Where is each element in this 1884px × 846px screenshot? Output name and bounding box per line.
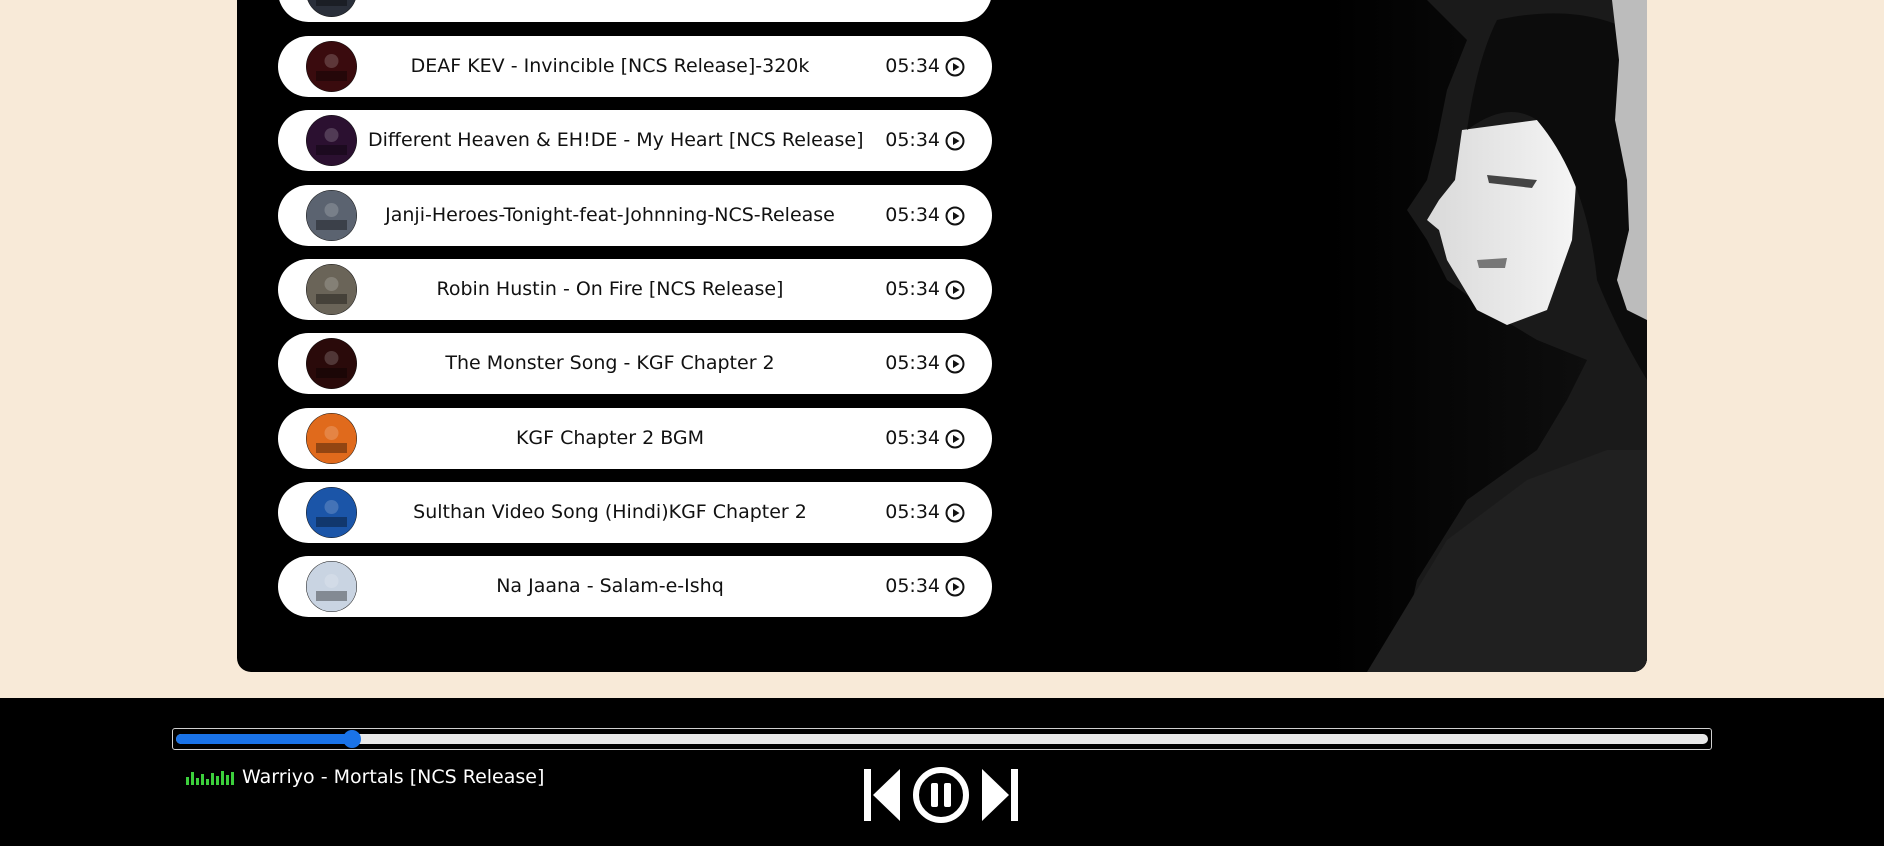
skip-back-icon[interactable]	[862, 766, 902, 824]
play-circle-icon[interactable]	[945, 429, 965, 449]
player-bar: Warriyo - Mortals [NCS Release]	[0, 698, 1884, 846]
song-title: KGF Chapter 2 BGM	[515, 427, 705, 449]
song-title: Different Heaven & EH!DE - My Heart [NCS…	[368, 129, 864, 151]
song-duration: 05:34	[885, 278, 940, 300]
song-cover	[306, 338, 357, 389]
song-cover	[306, 487, 357, 538]
song-title: The Monster Song - KGF Chapter 2	[445, 352, 775, 374]
seek-bar[interactable]	[172, 728, 1712, 750]
song-duration: 05:34	[885, 501, 940, 523]
song-duration: 05:34	[885, 427, 940, 449]
song-title: Na Jaana - Salam-e-Ishq	[496, 575, 724, 597]
song-cover	[306, 264, 357, 315]
song-title: DEAF KEV - Invincible [NCS Release]-320k	[410, 55, 810, 77]
song-item[interactable]: Janji-Heroes-Tonight-feat-Johnning-NCS-R…	[278, 185, 992, 246]
song-title: Robin Hustin - On Fire [NCS Release]	[436, 278, 784, 300]
play-circle-icon[interactable]	[945, 354, 965, 374]
song-item[interactable]: Na Jaana - Salam-e-Ishq 05:34	[278, 556, 992, 617]
song-item[interactable]: Robin Hustin - On Fire [NCS Release] 05:3…	[278, 259, 992, 320]
seek-track	[176, 730, 1708, 748]
playback-controls	[862, 766, 1022, 824]
play-circle-icon[interactable]	[945, 57, 965, 77]
equalizer-icon	[186, 771, 234, 785]
song-title	[368, 0, 852, 22]
play-circle-icon[interactable]	[945, 280, 965, 300]
song-item[interactable]: KGF Chapter 2 BGM 05:34	[278, 408, 992, 469]
song-item[interactable]: Different Heaven & EH!DE - My Heart [NCS…	[278, 110, 992, 171]
song-cover	[306, 41, 357, 92]
song-title: Sulthan Video Song (Hindi)KGF Chapter 2	[413, 501, 807, 523]
song-duration: 05:34	[885, 352, 940, 374]
background-artwork	[1067, 0, 1647, 672]
skip-forward-icon[interactable]	[980, 766, 1020, 824]
song-duration: 05:34	[885, 575, 940, 597]
song-item[interactable]: Sulthan Video Song (Hindi)KGF Chapter 2 0…	[278, 482, 992, 543]
now-playing: Warriyo - Mortals [NCS Release]	[186, 764, 544, 790]
pause-circle-icon[interactable]	[912, 766, 970, 824]
song-item[interactable]	[278, 0, 992, 22]
seek-handle[interactable]	[343, 730, 362, 748]
song-list-panel: DEAF KEV - Invincible [NCS Release]-320k…	[237, 0, 1647, 672]
song-cover	[306, 561, 357, 612]
play-circle-icon[interactable]	[945, 131, 965, 151]
now-playing-title: Warriyo - Mortals [NCS Release]	[242, 766, 545, 788]
song-duration: 05:34	[885, 204, 940, 226]
play-circle-icon[interactable]	[945, 503, 965, 523]
song-cover	[306, 190, 357, 241]
song-cover	[306, 115, 357, 166]
song-duration: 05:34	[885, 129, 940, 151]
song-title: Janji-Heroes-Tonight-feat-Johnning-NCS-R…	[385, 204, 835, 226]
seek-progress	[176, 734, 353, 744]
song-cover	[306, 0, 357, 17]
play-circle-icon[interactable]	[945, 577, 965, 597]
song-cover	[306, 413, 357, 464]
play-circle-icon[interactable]	[945, 206, 965, 226]
song-item[interactable]: DEAF KEV - Invincible [NCS Release]-320k…	[278, 36, 992, 97]
song-duration: 05:34	[885, 55, 940, 77]
song-item[interactable]: The Monster Song - KGF Chapter 2 05:34	[278, 333, 992, 394]
